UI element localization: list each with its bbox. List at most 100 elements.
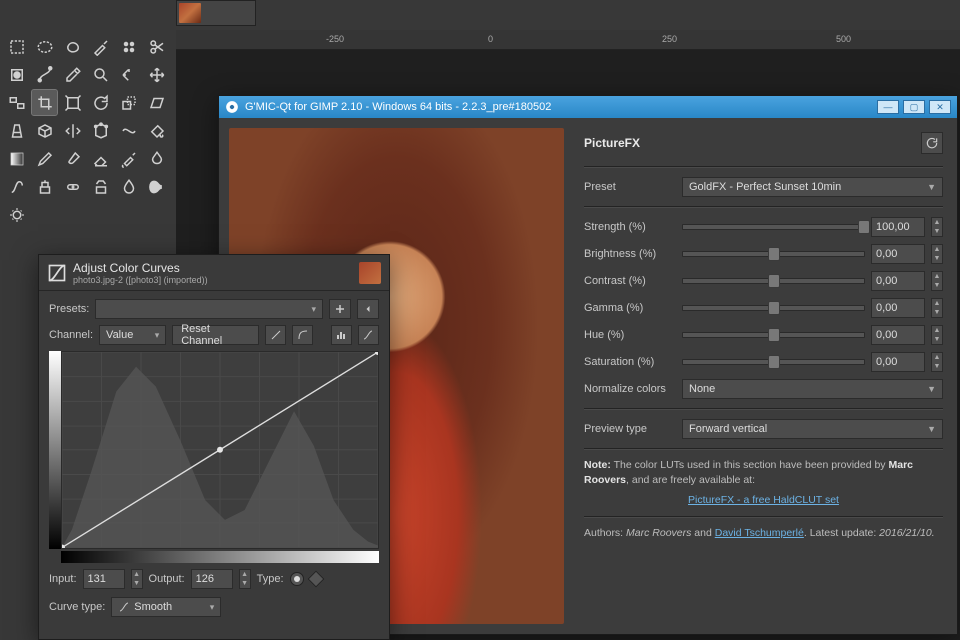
caret-down-icon: ▾ <box>311 304 316 315</box>
slider-value-5[interactable]: 0,00 <box>871 352 925 372</box>
caret-down-icon: ▾ <box>210 602 215 613</box>
scale-tool[interactable] <box>116 90 141 115</box>
slider-2[interactable] <box>682 278 865 284</box>
slider-spinner-5[interactable]: ▲▼ <box>931 352 943 372</box>
ellipse-select-tool[interactable] <box>32 34 57 59</box>
histogram-view-button[interactable] <box>331 325 352 345</box>
bucket-fill-tool[interactable] <box>144 118 169 143</box>
curves-plot[interactable] <box>49 351 379 549</box>
preset-label: Preset <box>584 181 676 193</box>
presets-combo[interactable]: ▾ <box>95 299 323 319</box>
measure-tool[interactable] <box>116 62 141 87</box>
slider-handle[interactable] <box>858 220 870 234</box>
smudge-tool[interactable] <box>144 174 169 199</box>
caret-down-icon: ▼ <box>927 384 936 394</box>
curves-titlebar[interactable]: Adjust Color Curves photo3.jpg-2 ([photo… <box>39 255 389 291</box>
slider-value-2[interactable]: 0,00 <box>871 271 925 291</box>
slider-value-3[interactable]: 0,00 <box>871 298 925 318</box>
image-tab[interactable] <box>176 0 256 26</box>
log-hist-button[interactable] <box>292 325 313 345</box>
preview-type-label: Preview type <box>584 423 676 435</box>
airbrush-tool[interactable] <box>116 146 141 171</box>
haldclut-link[interactable]: PictureFX - a free HaldCLUT set <box>688 494 839 506</box>
scissors-select-tool[interactable] <box>144 34 169 59</box>
slider-5[interactable] <box>682 359 865 365</box>
perspective-clone-tool[interactable] <box>88 174 113 199</box>
point-type-corner-radio[interactable] <box>307 571 324 588</box>
shear-tool[interactable] <box>144 90 169 115</box>
slider-1[interactable] <box>682 251 865 257</box>
slider-handle[interactable] <box>768 247 780 261</box>
slider-spinner-4[interactable]: ▲▼ <box>931 325 943 345</box>
3d-transform-tool[interactable] <box>32 118 57 143</box>
slider-handle[interactable] <box>768 355 780 369</box>
curves-dialog: Adjust Color Curves photo3.jpg-2 ([photo… <box>38 254 390 640</box>
input-gradient <box>61 551 379 563</box>
close-button[interactable]: ✕ <box>929 100 951 114</box>
input-spinner[interactable]: ▲▼ <box>131 569 143 589</box>
reset-channel-button[interactable]: Reset Channel <box>172 325 259 345</box>
gradient-tool[interactable] <box>4 146 29 171</box>
slider-label: Saturation (%) <box>584 356 676 368</box>
add-preset-button[interactable] <box>329 299 351 319</box>
eraser-tool[interactable] <box>88 146 113 171</box>
slider-spinner-3[interactable]: ▲▼ <box>931 298 943 318</box>
unified-transform-tool[interactable] <box>60 90 85 115</box>
dodge-tool[interactable] <box>4 202 29 227</box>
curve-type-combo[interactable]: Smooth ▾ <box>111 597 221 617</box>
move-tool[interactable] <box>144 62 169 87</box>
preview-type-select[interactable]: Forward vertical▼ <box>682 419 943 439</box>
blur-tool[interactable] <box>116 174 141 199</box>
rotate-tool[interactable] <box>88 90 113 115</box>
warp-tool[interactable] <box>116 118 141 143</box>
maximize-button[interactable]: ▢ <box>903 100 925 114</box>
minimize-button[interactable]: — <box>877 100 899 114</box>
paintbrush-tool[interactable] <box>60 146 85 171</box>
preset-menu-button[interactable] <box>357 299 379 319</box>
slider-3[interactable] <box>682 305 865 311</box>
refresh-icon <box>925 136 939 150</box>
slider-0[interactable] <box>682 224 865 230</box>
by-color-select-tool[interactable] <box>116 34 141 59</box>
foreground-select-tool[interactable] <box>4 62 29 87</box>
preset-select[interactable]: GoldFX - Perfect Sunset 10min▼ <box>682 177 943 197</box>
free-select-tool[interactable] <box>60 34 85 59</box>
slider-value-4[interactable]: 0,00 <box>871 325 925 345</box>
fuzzy-select-tool[interactable] <box>88 34 113 59</box>
zoom-tool[interactable] <box>88 62 113 87</box>
color-picker-tool[interactable] <box>60 62 85 87</box>
input-value[interactable]: 131 <box>83 569 125 589</box>
point-type-smooth-radio[interactable] <box>290 572 304 586</box>
linear-hist-button[interactable] <box>265 325 286 345</box>
slider-handle[interactable] <box>768 274 780 288</box>
paths-tool[interactable] <box>32 62 57 87</box>
author-link[interactable]: David Tschumperlé <box>715 527 804 539</box>
slider-value-0[interactable]: 100,00 <box>871 217 925 237</box>
normalize-select[interactable]: None▼ <box>682 379 943 399</box>
slider-spinner-1[interactable]: ▲▼ <box>931 244 943 264</box>
slider-spinner-0[interactable]: ▲▼ <box>931 217 943 237</box>
align-tool[interactable] <box>4 90 29 115</box>
slider-4[interactable] <box>682 332 865 338</box>
slider-handle[interactable] <box>768 328 780 342</box>
flip-tool[interactable] <box>60 118 85 143</box>
mypaint-brush-tool[interactable] <box>4 174 29 199</box>
rect-select-tool[interactable] <box>4 34 29 59</box>
slider-value-1[interactable]: 0,00 <box>871 244 925 264</box>
caret-down-icon: ▼ <box>927 182 936 192</box>
refresh-button[interactable] <box>921 132 943 154</box>
curve-view-button[interactable] <box>358 325 379 345</box>
gmic-titlebar[interactable]: G'MIC-Qt for GIMP 2.10 - Windows 64 bits… <box>219 96 957 118</box>
output-value[interactable]: 126 <box>191 569 233 589</box>
perspective-tool[interactable] <box>4 118 29 143</box>
slider-handle[interactable] <box>768 301 780 315</box>
ink-tool[interactable] <box>144 146 169 171</box>
output-spinner[interactable]: ▲▼ <box>239 569 251 589</box>
heal-tool[interactable] <box>60 174 85 199</box>
pencil-tool[interactable] <box>32 146 57 171</box>
channel-combo[interactable]: Value▾ <box>99 325 166 345</box>
cage-tool[interactable] <box>88 118 113 143</box>
slider-spinner-2[interactable]: ▲▼ <box>931 271 943 291</box>
crop-tool[interactable] <box>32 90 57 115</box>
clone-tool[interactable] <box>32 174 57 199</box>
